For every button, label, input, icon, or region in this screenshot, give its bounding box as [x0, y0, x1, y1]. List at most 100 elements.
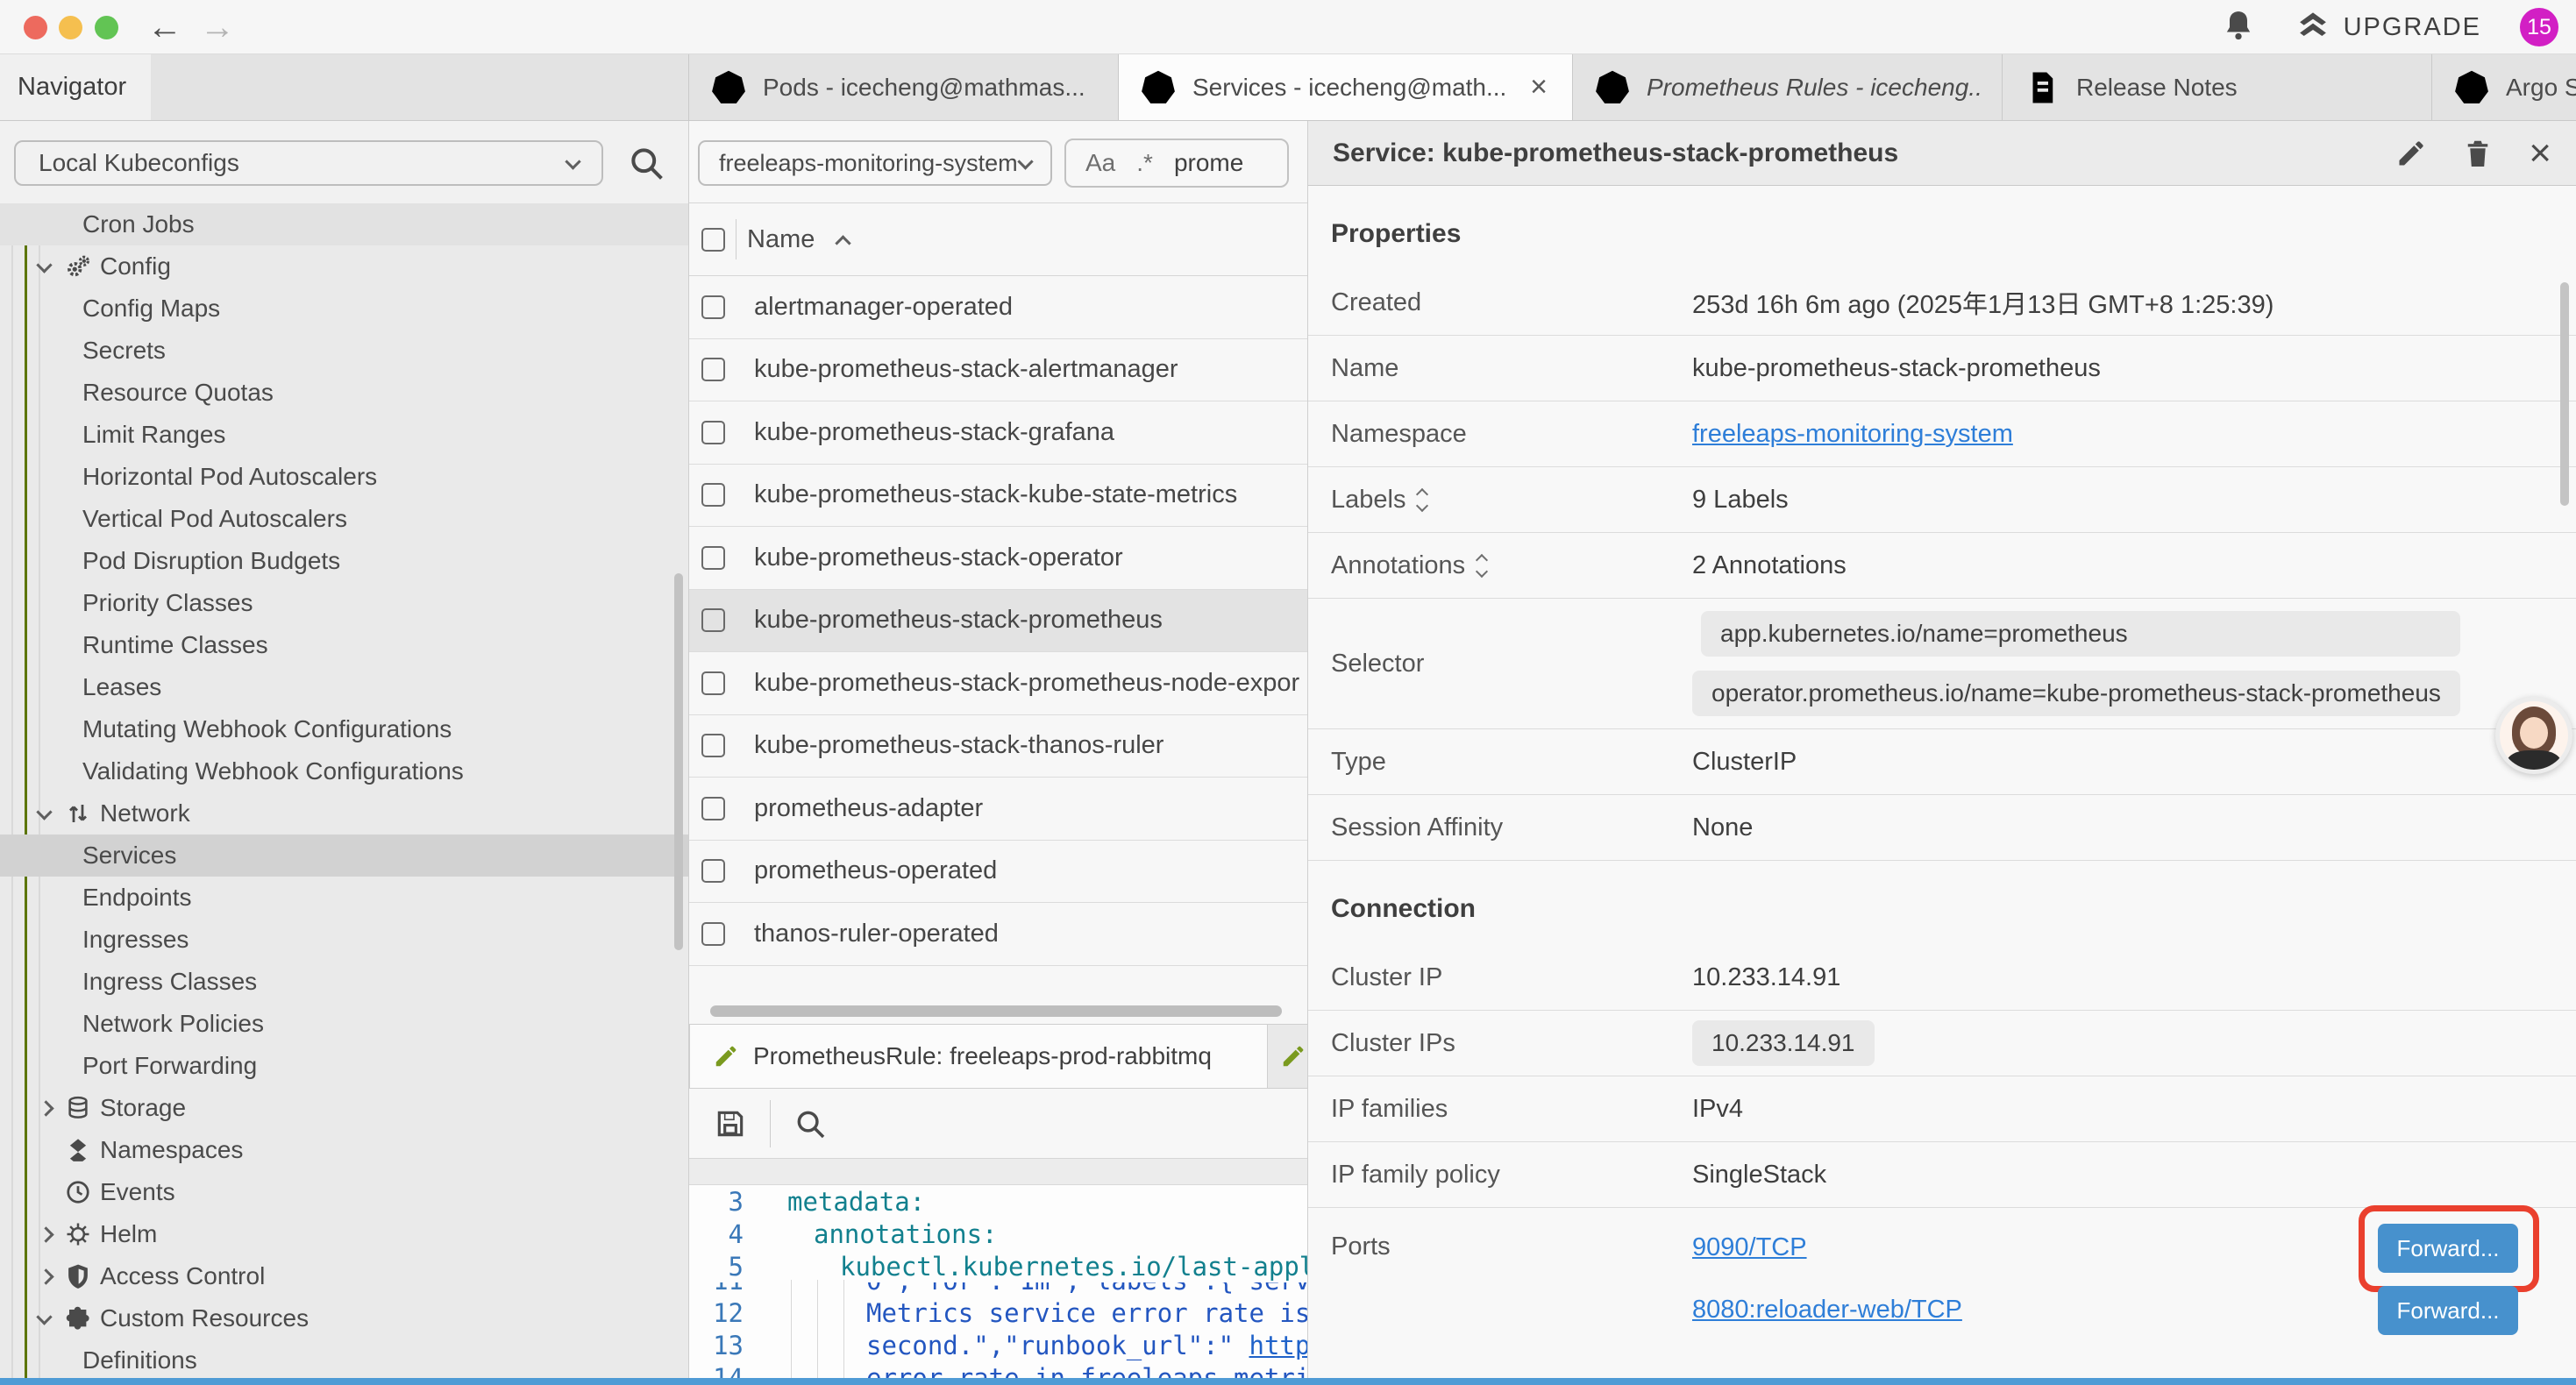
- tree-chevron[interactable]: [39, 1315, 65, 1323]
- tree-chevron[interactable]: [39, 1271, 65, 1282]
- sidebar-item[interactable]: Definitions: [0, 1339, 688, 1381]
- row-checkbox[interactable]: [701, 922, 725, 946]
- editor-tab[interactable]: PrometheusRule: freeleaps-prod-rabbitmq: [689, 1025, 1268, 1088]
- row-checkbox[interactable]: [701, 421, 725, 444]
- tree-chevron[interactable]: [39, 810, 65, 818]
- sidebar-item[interactable]: Horizontal Pod Autoscalers: [0, 456, 688, 498]
- column-header-name[interactable]: Name: [747, 225, 849, 254]
- namespace-link[interactable]: freeleaps-monitoring-system: [1692, 420, 2013, 449]
- sidebar-search-icon[interactable]: [627, 144, 665, 182]
- horizontal-scrollbar[interactable]: [710, 1005, 1282, 1017]
- sidebar-item[interactable]: Runtime Classes: [0, 624, 688, 666]
- minimize-window-button[interactable]: [59, 16, 82, 39]
- forward-button[interactable]: Forward...: [2378, 1286, 2518, 1335]
- table-row[interactable]: kube-prometheus-stack-prometheus: [689, 590, 1307, 653]
- back-button[interactable]: ←: [147, 11, 181, 44]
- close-window-button[interactable]: [24, 16, 47, 39]
- table-row[interactable]: prometheus-adapter: [689, 778, 1307, 841]
- forward-button[interactable]: Forward...: [2378, 1224, 2518, 1273]
- yaml-editor[interactable]: 3 metadata: 4 annotations:: [689, 1185, 1307, 1385]
- expand-collapse-icon[interactable]: [1477, 556, 1486, 576]
- labels-count[interactable]: 9 Labels: [1692, 486, 1789, 515]
- sidebar-item[interactable]: Secrets: [0, 330, 688, 372]
- document-tab[interactable]: Pods - icecheng@mathmas... ×: [689, 54, 1119, 120]
- tree-chevron[interactable]: [39, 1145, 65, 1156]
- notifications-bell-icon[interactable]: [2221, 8, 2256, 47]
- edit-pencil-icon[interactable]: [2395, 138, 2427, 169]
- sidebar-item[interactable]: Priority Classes: [0, 582, 688, 624]
- sidebar-item[interactable]: Cron Jobs: [0, 203, 688, 245]
- table-row[interactable]: kube-prometheus-stack-operator: [689, 527, 1307, 590]
- sidebar-item[interactable]: Validating Webhook Configurations: [0, 750, 688, 792]
- sidebar-item[interactable]: Events: [0, 1171, 688, 1213]
- row-checkbox[interactable]: [701, 546, 725, 570]
- sidebar-item[interactable]: Services: [0, 835, 688, 877]
- upgrade-button[interactable]: UPGRADE: [2295, 9, 2481, 46]
- port-link[interactable]: 8080:reloader-web/TCP: [1692, 1296, 1962, 1325]
- table-row[interactable]: kube-prometheus-stack-alertmanager: [689, 339, 1307, 402]
- table-row[interactable]: kube-prometheus-stack-prometheus-node-ex…: [689, 652, 1307, 715]
- table-row[interactable]: alertmanager-operated: [689, 276, 1307, 339]
- table-row[interactable]: kube-prometheus-stack-kube-state-metrics: [689, 465, 1307, 528]
- sidebar-item[interactable]: Helm: [0, 1213, 688, 1255]
- expand-collapse-icon[interactable]: [1418, 490, 1427, 510]
- tree-chevron[interactable]: [39, 1103, 65, 1114]
- forward-button[interactable]: →: [200, 11, 233, 44]
- tree-chevron[interactable]: [39, 1187, 65, 1198]
- tree-chevron[interactable]: [39, 1229, 65, 1240]
- sidebar-item[interactable]: Endpoints: [0, 877, 688, 919]
- sidebar-item[interactable]: Ingresses: [0, 919, 688, 961]
- sidebar-item[interactable]: Config: [0, 245, 688, 288]
- document-tab[interactable]: Release Notes ×: [2003, 54, 2432, 120]
- assistant-avatar[interactable]: [2495, 697, 2572, 774]
- annotations-count[interactable]: 2 Annotations: [1692, 551, 1847, 580]
- close-panel-icon[interactable]: ×: [2529, 138, 2551, 169]
- regex-toggle[interactable]: .*: [1136, 149, 1153, 177]
- row-checkbox[interactable]: [701, 295, 725, 319]
- table-row[interactable]: thanos-ruler-operated: [689, 903, 1307, 966]
- sidebar-item[interactable]: Port Forwarding: [0, 1045, 688, 1087]
- notification-count-badge[interactable]: 15: [2520, 8, 2558, 46]
- sidebar-item[interactable]: Resource Quotas: [0, 372, 688, 414]
- sidebar-item[interactable]: Namespaces: [0, 1129, 688, 1171]
- editor-tab-clipped[interactable]: [1268, 1025, 1308, 1088]
- sidebar-item[interactable]: Custom Resources: [0, 1297, 688, 1339]
- sidebar-item[interactable]: Network Policies: [0, 1003, 688, 1045]
- save-icon[interactable]: [714, 1107, 747, 1140]
- row-checkbox[interactable]: [701, 734, 725, 757]
- sidebar-item[interactable]: Limit Ranges: [0, 414, 688, 456]
- namespace-selector[interactable]: freeleaps-monitoring-system: [698, 140, 1052, 186]
- document-tab[interactable]: Services - icecheng@math... ×: [1119, 54, 1573, 120]
- delete-trash-icon[interactable]: [2462, 138, 2494, 169]
- sidebar-item[interactable]: Storage: [0, 1087, 688, 1129]
- sidebar-item[interactable]: Vertical Pod Autoscalers: [0, 498, 688, 540]
- table-row[interactable]: kube-prometheus-stack-grafana: [689, 401, 1307, 465]
- row-checkbox[interactable]: [701, 608, 725, 632]
- detail-scrollbar[interactable]: [2560, 282, 2569, 506]
- sidebar-item[interactable]: Ingress Classes: [0, 961, 688, 1003]
- document-tab[interactable]: Prometheus Rules - icecheng... ×: [1573, 54, 2003, 120]
- table-row[interactable]: prometheus-operated: [689, 841, 1307, 904]
- sidebar-item[interactable]: Network: [0, 792, 688, 835]
- tree-chevron[interactable]: [39, 263, 65, 271]
- close-tab-icon[interactable]: ×: [1526, 70, 1551, 104]
- zoom-window-button[interactable]: [95, 16, 118, 39]
- filter-input[interactable]: Aa .* prome: [1064, 138, 1289, 188]
- row-checkbox[interactable]: [701, 671, 725, 695]
- sidebar-item[interactable]: Pod Disruption Budgets: [0, 540, 688, 582]
- kubeconfig-selector[interactable]: Local Kubeconfigs: [14, 140, 603, 186]
- sidebar-item[interactable]: Mutating Webhook Configurations: [0, 708, 688, 750]
- port-link[interactable]: 9090/TCP: [1692, 1233, 1807, 1262]
- row-checkbox[interactable]: [701, 859, 725, 883]
- sidebar-item[interactable]: Leases: [0, 666, 688, 708]
- match-case-toggle[interactable]: Aa: [1085, 149, 1115, 177]
- sidebar-item[interactable]: Config Maps: [0, 288, 688, 330]
- document-tab[interactable]: Argo Se ×: [2432, 54, 2576, 120]
- sidebar-scrollbar[interactable]: [674, 573, 683, 950]
- editor-search-icon[interactable]: [793, 1107, 827, 1140]
- sidebar-item[interactable]: Access Control: [0, 1255, 688, 1297]
- row-checkbox[interactable]: [701, 358, 725, 381]
- row-checkbox[interactable]: [701, 797, 725, 820]
- select-all-checkbox[interactable]: [701, 228, 725, 252]
- row-checkbox[interactable]: [701, 483, 725, 507]
